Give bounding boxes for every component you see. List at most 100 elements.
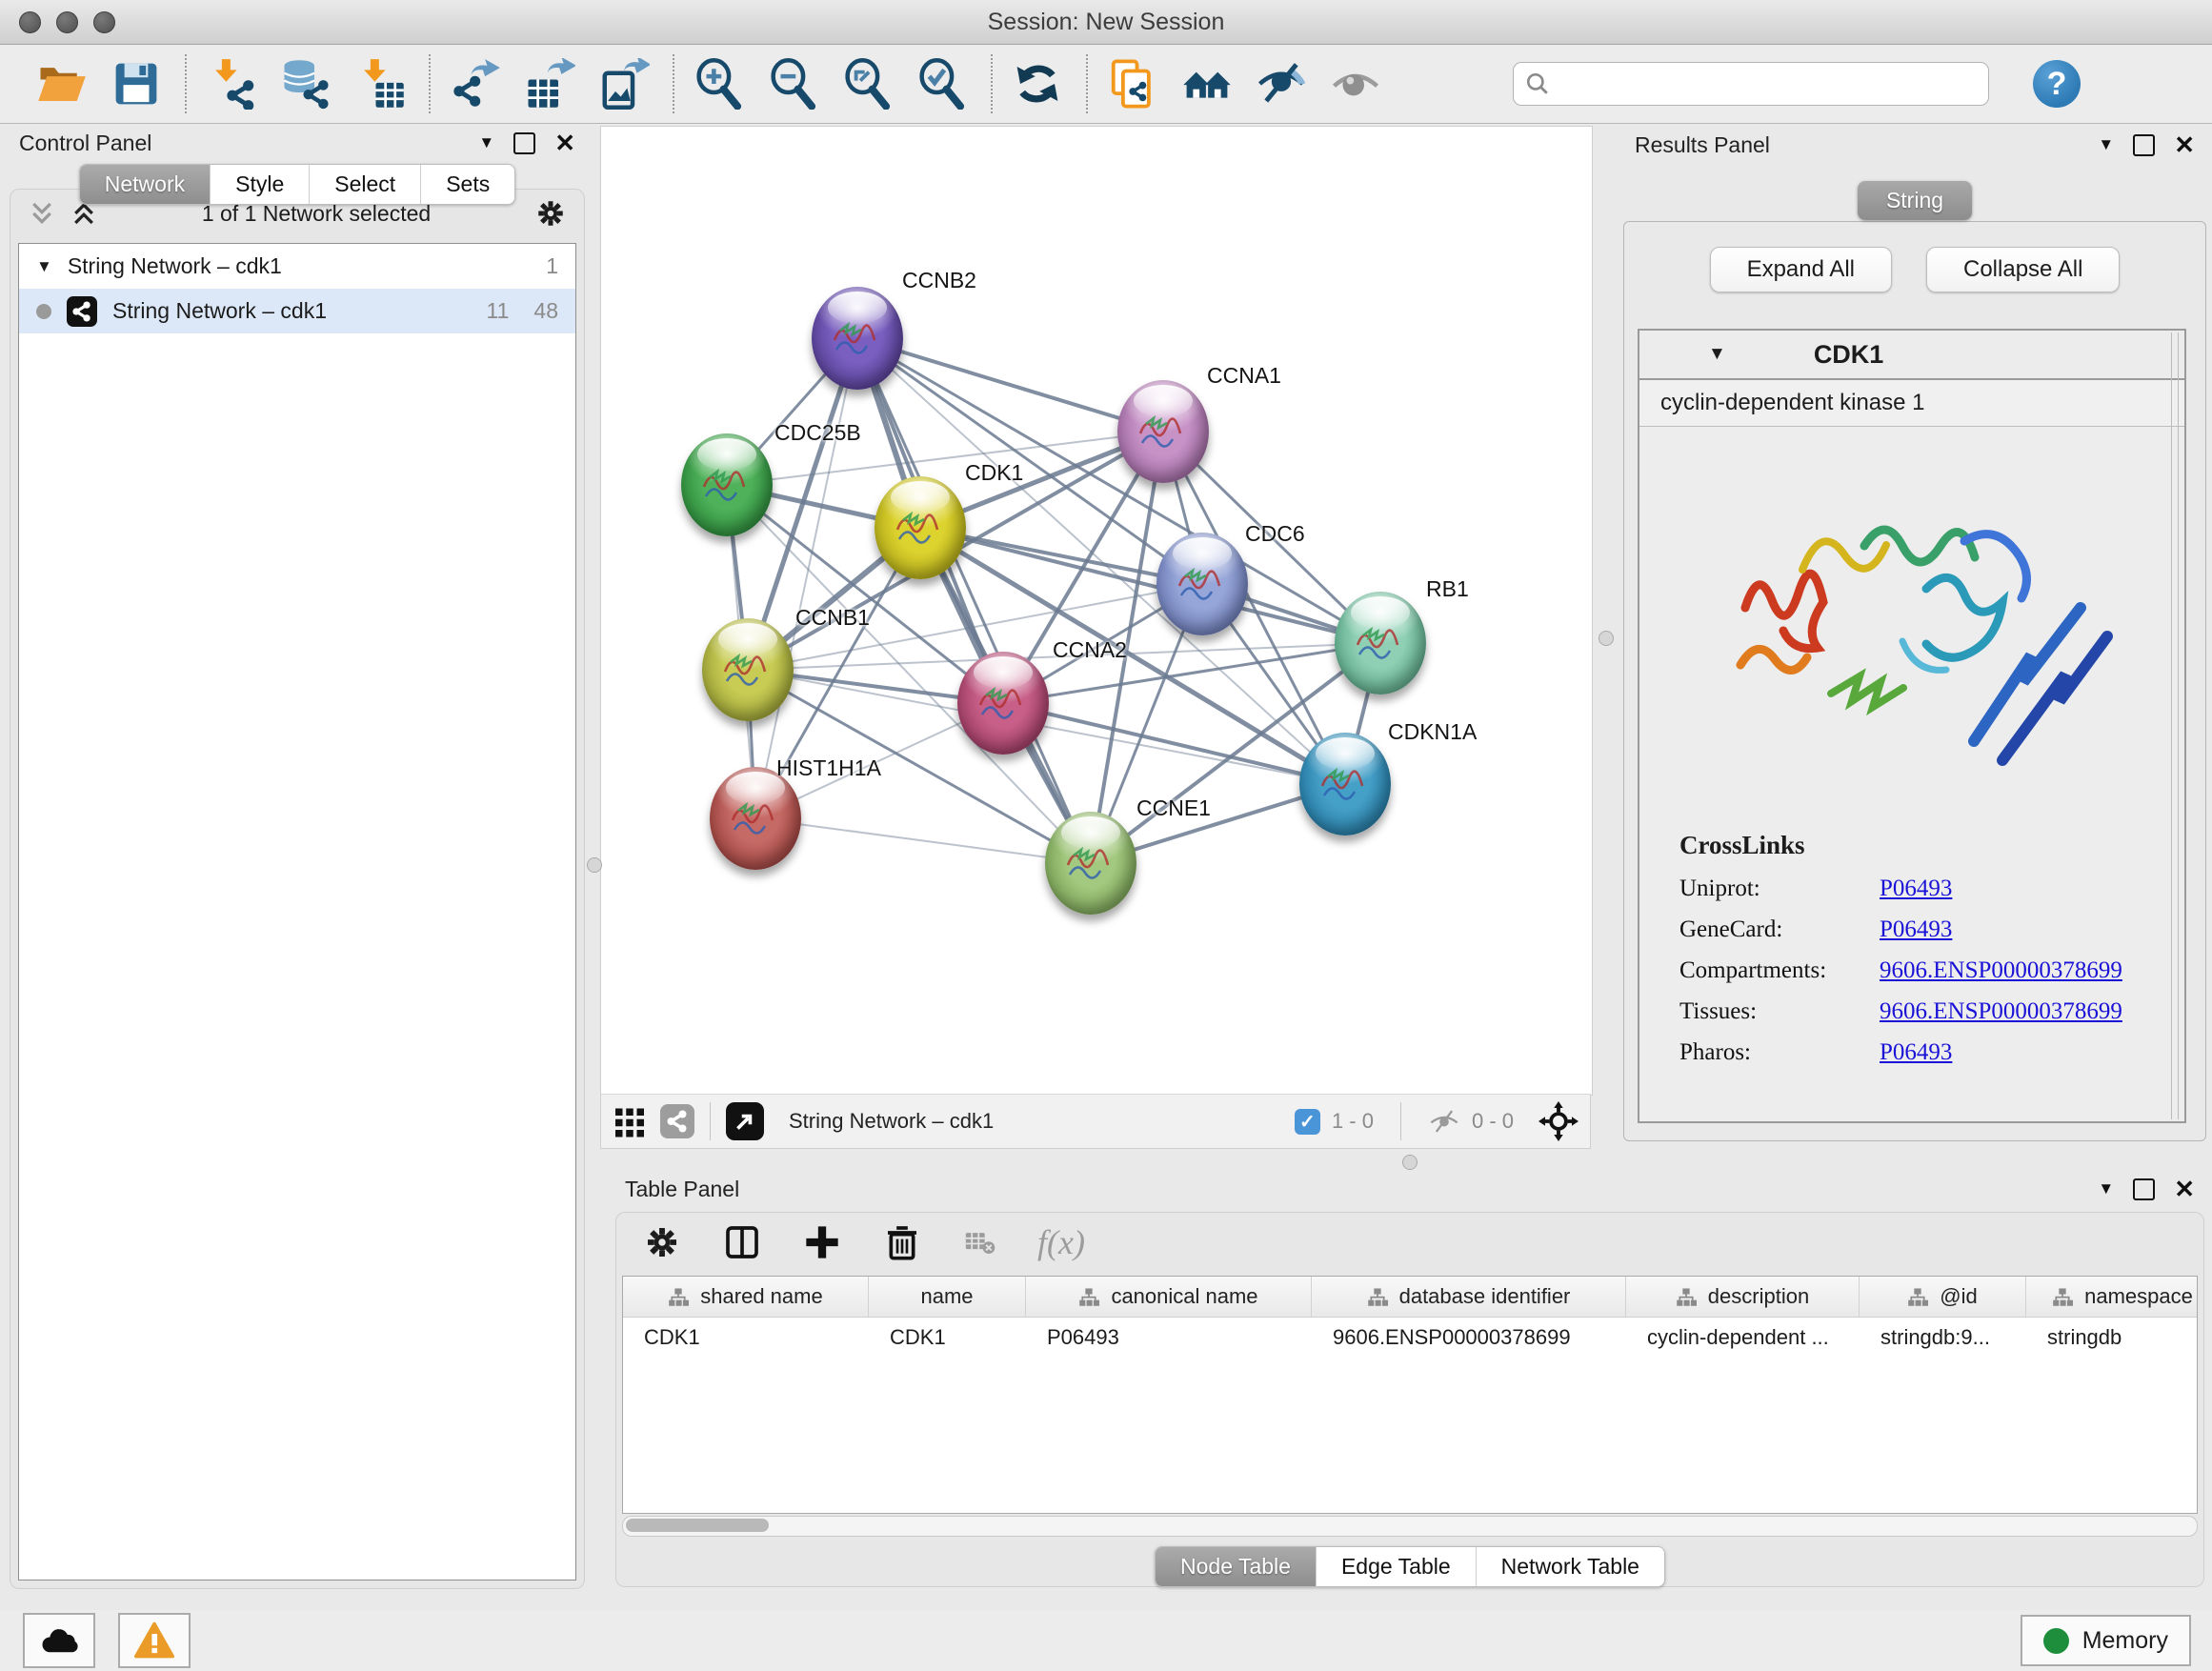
tab-sets[interactable]: Sets <box>421 165 514 204</box>
birds-eye-grid-icon[interactable] <box>613 1104 647 1138</box>
tab-node-table[interactable]: Node Table <box>1156 1547 1317 1586</box>
close-panel-icon[interactable]: ✕ <box>2174 1177 2195 1201</box>
delete-column-trash-icon[interactable] <box>883 1223 921 1261</box>
float-panel-icon[interactable] <box>2133 134 2155 156</box>
clone-network-button[interactable] <box>1103 54 1162 113</box>
table-cell[interactable]: CDK1 <box>869 1318 1026 1358</box>
import-network-database-button[interactable] <box>276 54 335 113</box>
left-splitter-handle[interactable] <box>587 857 602 873</box>
apply-layout-button[interactable] <box>1008 54 1067 113</box>
network-edge[interactable] <box>857 338 1091 863</box>
zoom-in-button[interactable] <box>690 54 749 113</box>
tab-string[interactable]: String <box>1858 181 1972 220</box>
network-edge[interactable] <box>857 338 1163 432</box>
warnings-button[interactable] <box>118 1613 191 1668</box>
close-window-button[interactable] <box>19 11 41 33</box>
zoom-selected-button[interactable] <box>913 54 972 113</box>
help-button[interactable]: ? <box>2033 60 2081 108</box>
tab-select[interactable]: Select <box>310 165 421 204</box>
bottom-splitter-handle[interactable] <box>1402 1155 1418 1170</box>
crosslink-link[interactable]: 9606.ENSP00000378699 <box>1880 957 2122 984</box>
import-table-file-button[interactable] <box>351 54 410 113</box>
panel-menu-icon[interactable]: ▼ <box>2098 1179 2114 1198</box>
zoom-out-button[interactable] <box>764 54 823 113</box>
close-panel-icon[interactable]: ✕ <box>2174 132 2195 157</box>
crosslink-link[interactable]: P06493 <box>1880 876 1952 902</box>
pan-crosshair-icon[interactable] <box>1538 1101 1579 1141</box>
import-network-file-button[interactable] <box>202 54 261 113</box>
network-node-cdc25b[interactable] <box>681 433 773 536</box>
network-node-cdkn1a[interactable] <box>1299 733 1391 836</box>
gene-card-header[interactable]: ▼ CDK1 <box>1639 331 2184 380</box>
crosslink-link[interactable]: 9606.ENSP00000378699 <box>1880 998 2122 1025</box>
tab-network-table[interactable]: Network Table <box>1477 1547 1664 1586</box>
expand-all-button[interactable]: Expand All <box>1710 247 1892 292</box>
table-cell[interactable]: 9606.ENSP00000378699 <box>1312 1318 1626 1358</box>
results-scrollbar[interactable] <box>2171 332 2179 1119</box>
crosslink-link[interactable]: P06493 <box>1880 916 1952 943</box>
network-node-ccnb1[interactable] <box>702 618 794 721</box>
collapse-triangle-icon[interactable]: ▼ <box>1708 344 1726 365</box>
network-node-ccna2[interactable] <box>957 652 1049 755</box>
network-share-icon[interactable] <box>660 1104 694 1138</box>
save-session-button[interactable] <box>107 54 166 113</box>
network-canvas[interactable]: CCNB2CCNA1CDC25BCDK1CDC6RB1CCNB1CCNA2CDK… <box>600 126 1593 1096</box>
network-node-ccna1[interactable] <box>1117 380 1209 483</box>
network-collection-row[interactable]: ▼ String Network – cdk1 1 <box>19 244 575 289</box>
column-header-description[interactable]: description <box>1626 1277 1860 1317</box>
network-node-hist1h1a[interactable] <box>710 767 801 870</box>
column-header-canonical-name[interactable]: canonical name <box>1026 1277 1312 1317</box>
column-header-namespace[interactable]: namespace <box>2026 1277 2198 1317</box>
network-node-cdc6[interactable] <box>1156 533 1248 635</box>
toolbar-search[interactable] <box>1513 62 1989 106</box>
add-column-icon[interactable] <box>803 1223 841 1261</box>
network-edge[interactable] <box>920 528 1380 643</box>
show-all-button[interactable] <box>1326 54 1385 113</box>
table-row[interactable]: CDK1CDK1P064939606.ENSP00000378699cyclin… <box>623 1318 2197 1358</box>
show-columns-icon[interactable] <box>723 1223 761 1261</box>
node-table[interactable]: shared namenamecanonical namedatabase id… <box>622 1276 2198 1514</box>
hide-selected-button[interactable] <box>1252 54 1311 113</box>
network-edge[interactable] <box>1003 703 1345 784</box>
network-node-ccne1[interactable] <box>1045 812 1136 915</box>
table-horizontal-scrollbar[interactable] <box>622 1516 2198 1537</box>
tab-style[interactable]: Style <box>211 165 310 204</box>
tab-network[interactable]: Network <box>80 165 211 204</box>
export-image-button[interactable] <box>594 54 654 113</box>
cloud-button[interactable] <box>23 1613 95 1668</box>
scrollbar-thumb[interactable] <box>626 1519 769 1532</box>
panel-menu-icon[interactable]: ▼ <box>478 133 494 152</box>
detach-view-icon[interactable] <box>726 1102 764 1140</box>
network-node-cdk1[interactable] <box>875 476 966 579</box>
right-splitter-handle[interactable] <box>1599 631 1614 646</box>
export-network-button[interactable] <box>446 54 505 113</box>
network-edge[interactable] <box>755 818 1091 863</box>
memory-button[interactable]: Memory <box>2021 1615 2191 1666</box>
network-node-ccnb2[interactable] <box>812 287 903 390</box>
window-controls[interactable] <box>19 11 115 33</box>
table-cell[interactable]: stringdb:9... <box>1860 1318 2026 1358</box>
table-settings-gear-icon[interactable] <box>643 1223 681 1261</box>
minimize-window-button[interactable] <box>56 11 78 33</box>
table-cell[interactable]: stringdb <box>2026 1318 2198 1358</box>
collapse-triangle-icon[interactable]: ▼ <box>36 257 52 276</box>
column-header-shared-name[interactable]: shared name <box>623 1277 869 1317</box>
crosslink-link[interactable]: P06493 <box>1880 1039 1952 1066</box>
panel-menu-icon[interactable]: ▼ <box>2098 135 2114 154</box>
float-panel-icon[interactable] <box>513 132 535 154</box>
table-cell[interactable]: P06493 <box>1026 1318 1312 1358</box>
table-cell[interactable]: CDK1 <box>623 1318 869 1358</box>
zoom-fit-button[interactable] <box>838 54 897 113</box>
close-panel-icon[interactable]: ✕ <box>554 131 575 155</box>
collapse-all-button[interactable]: Collapse All <box>1926 247 2120 292</box>
network-row-selected[interactable]: String Network – cdk1 11 48 <box>19 289 575 333</box>
export-table-button[interactable] <box>520 54 579 113</box>
column-header-database-identifier[interactable]: database identifier <box>1312 1277 1626 1317</box>
tab-edge-table[interactable]: Edge Table <box>1317 1547 1477 1586</box>
selected-checkbox-icon[interactable]: ✓ <box>1295 1109 1320 1135</box>
float-panel-icon[interactable] <box>2133 1178 2155 1200</box>
search-input[interactable] <box>1559 70 1977 97</box>
network-node-rb1[interactable] <box>1335 592 1426 695</box>
table-cell[interactable]: cyclin-dependent ... <box>1626 1318 1860 1358</box>
open-session-button[interactable] <box>32 54 91 113</box>
